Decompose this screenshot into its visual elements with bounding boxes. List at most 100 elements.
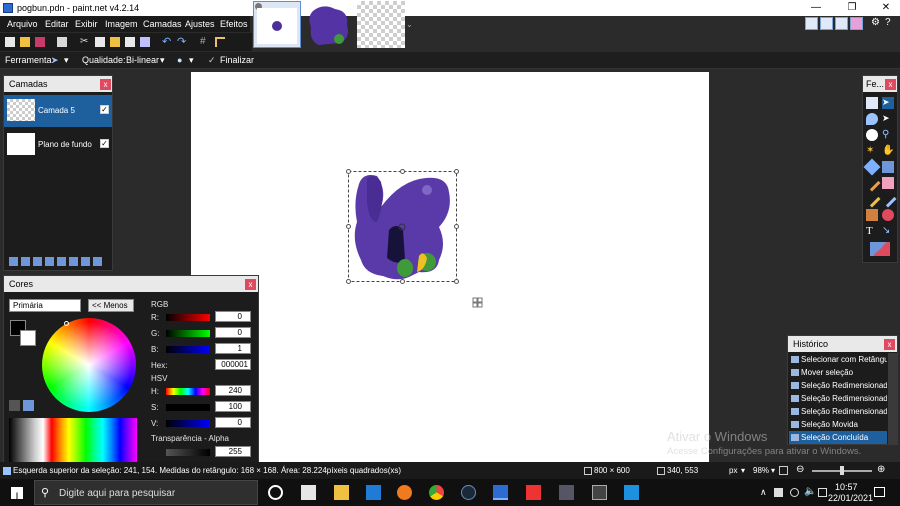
history-close-icon[interactable]: x — [884, 339, 895, 350]
undo-icon[interactable]: ↶ — [162, 37, 172, 48]
line-curve-tool-icon[interactable]: ↘ — [882, 225, 894, 237]
finish-button[interactable]: Finalizar — [220, 55, 254, 65]
terminal-app-icon[interactable] — [559, 485, 574, 500]
clock-time[interactable]: 10:57 — [835, 482, 858, 492]
quality-dropdown[interactable]: Bi-linear — [126, 55, 159, 65]
tool-dropdown-icon[interactable]: ▾ — [64, 55, 69, 66]
clone-stamp-tool-icon[interactable] — [866, 209, 878, 221]
paintnet-taskbar-icon[interactable] — [493, 485, 508, 500]
history-item[interactable]: Selecionar com Retângulo — [789, 353, 887, 366]
menu-camadas[interactable]: Camadas — [143, 19, 182, 29]
rectangle-select-tool-icon[interactable] — [866, 97, 878, 109]
history-scrollbar[interactable] — [888, 353, 897, 444]
tools-close-icon[interactable]: x — [885, 79, 896, 90]
crop-to-selection-icon[interactable] — [125, 37, 135, 47]
copy-icon[interactable] — [95, 37, 105, 47]
move-handle-icon[interactable] — [472, 297, 483, 308]
file-explorer-icon[interactable] — [334, 485, 349, 500]
text-tool-icon[interactable]: T — [866, 225, 878, 237]
blue-input[interactable]: 1 — [215, 343, 251, 354]
image-tab-3[interactable] — [357, 1, 405, 48]
menu-imagem[interactable]: Imagem — [105, 19, 138, 29]
task-view-icon[interactable] — [268, 485, 283, 500]
discord-icon[interactable] — [592, 485, 607, 500]
quality-dropdown-arrow-icon[interactable]: ▾ — [160, 55, 165, 66]
network-icon[interactable] — [790, 488, 799, 497]
redo-icon[interactable]: ↷ — [177, 37, 187, 48]
history-item[interactable]: Seleção Redimensionada — [789, 405, 887, 418]
tray-app-icon[interactable] — [774, 488, 783, 497]
layer-visibility-checkbox[interactable]: ✓ — [100, 139, 109, 148]
hue-input[interactable]: 240 — [215, 385, 251, 396]
cut-icon[interactable]: ✂ — [80, 37, 90, 47]
mail-icon[interactable] — [366, 485, 381, 500]
open-file-icon[interactable] — [20, 37, 30, 47]
zoom-out-icon[interactable]: ⊖ — [796, 464, 804, 475]
color-palette-grid[interactable] — [9, 418, 137, 462]
layer-settings-icon[interactable] — [93, 257, 102, 266]
taskbar-search[interactable]: ⚲ Digite aqui para pesquisar — [34, 480, 258, 505]
duplicate-layer-icon[interactable] — [33, 257, 42, 266]
add-layer-icon[interactable] — [9, 257, 18, 266]
history-item[interactable]: Seleção Redimensionada — [789, 392, 887, 405]
image-canvas[interactable] — [191, 72, 709, 462]
paint-bucket-tool-icon[interactable] — [863, 158, 881, 176]
help-icon[interactable]: ? — [885, 17, 891, 28]
layers-close-icon[interactable]: x — [100, 79, 111, 90]
colors-toggle-icon[interactable] — [850, 17, 863, 30]
zoom-in-icon[interactable]: ⊕ — [877, 464, 885, 475]
app-blue-icon[interactable] — [624, 485, 639, 500]
hue-slider[interactable] — [166, 388, 210, 395]
ruler-icon[interactable] — [215, 37, 225, 47]
eraser-tool-icon[interactable] — [882, 177, 894, 189]
layers-toggle-icon[interactable] — [835, 17, 848, 30]
tray-chevron-icon[interactable]: ∧ — [760, 487, 767, 498]
merge-layer-icon[interactable] — [45, 257, 54, 266]
history-item[interactable]: Mover seleção — [789, 366, 887, 379]
deselect-icon[interactable] — [140, 37, 150, 47]
move-selection-tool-icon[interactable]: ➤ — [882, 97, 894, 109]
zoom-slider-thumb[interactable] — [840, 466, 844, 475]
red-input[interactable]: 0 — [215, 311, 251, 322]
value-slider[interactable] — [166, 420, 210, 427]
layer-row-background[interactable]: Plano de fundo ✓ — [4, 129, 112, 161]
pencil-tool-icon[interactable] — [863, 190, 881, 208]
layer-down-icon[interactable] — [69, 257, 78, 266]
new-file-icon[interactable] — [5, 37, 15, 47]
hex-input[interactable]: 000001 — [215, 359, 251, 370]
zoom-dropdown-icon[interactable]: ▾ — [771, 466, 775, 475]
history-item[interactable]: Seleção Redimensionada — [789, 379, 887, 392]
pan-tool-icon[interactable]: ✋ — [882, 145, 894, 157]
shapes-tool-icon[interactable] — [870, 242, 890, 256]
move-selected-tool-icon[interactable]: ➤ — [882, 113, 894, 125]
tools-toggle-icon[interactable] — [805, 17, 818, 30]
menu-arquivo[interactable]: Arquivo — [7, 19, 38, 29]
color-picker-tool-icon[interactable] — [879, 190, 897, 208]
roblox-icon[interactable] — [526, 485, 541, 500]
green-input[interactable]: 0 — [215, 327, 251, 338]
move-selection-tool-icon[interactable]: ➤ — [51, 55, 59, 66]
less-button[interactable]: << Menos — [88, 299, 134, 312]
grid-icon[interactable]: # — [200, 37, 210, 47]
paintbrush-tool-icon[interactable] — [863, 174, 881, 192]
menu-exibir[interactable]: Exibir — [75, 19, 98, 29]
layer-properties-icon[interactable] — [81, 257, 90, 266]
finish-icon-blob[interactable]: ● — [177, 55, 182, 65]
windows-start-icon[interactable] — [11, 487, 23, 499]
palette-menu-icon[interactable] — [23, 400, 34, 411]
clock-date[interactable]: 22/01/2021 — [828, 493, 873, 503]
store-icon[interactable] — [301, 485, 316, 500]
saturation-slider[interactable] — [166, 404, 210, 411]
print-icon[interactable] — [57, 37, 67, 47]
units-dropdown-icon[interactable]: ▾ — [741, 466, 745, 475]
maximize-button[interactable]: ❐ — [842, 1, 862, 15]
saturation-input[interactable]: 100 — [215, 401, 251, 412]
image-tab-pogbun[interactable] — [253, 1, 301, 48]
alpha-slider[interactable] — [166, 449, 210, 456]
zoom-level[interactable]: 98% — [753, 466, 769, 475]
red-slider[interactable] — [166, 314, 210, 321]
image-tab-2[interactable] — [305, 1, 353, 48]
units-select[interactable]: px — [729, 466, 737, 475]
menu-efeitos[interactable]: Efeitos — [220, 19, 248, 29]
chrome-icon[interactable] — [429, 485, 444, 500]
